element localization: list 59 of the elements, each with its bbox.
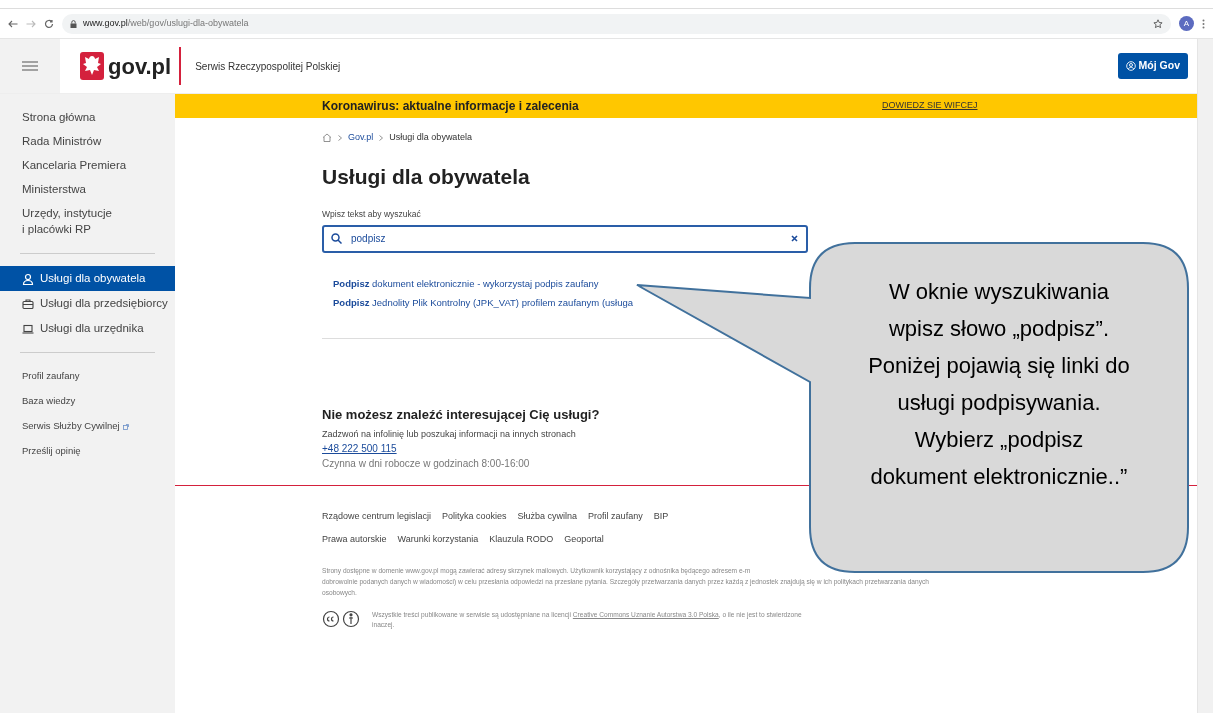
- sidebar-item[interactable]: Ministerstwa: [0, 177, 175, 201]
- laptop-icon: [22, 322, 34, 335]
- search-label: Wpisz tekst aby wyszukać: [322, 208, 421, 221]
- sidebar-item[interactable]: Baza wiedzy: [0, 389, 175, 414]
- external-link-icon: [122, 423, 129, 430]
- reload-icon[interactable]: [44, 18, 54, 29]
- footer-link[interactable]: Prawa autorskie: [322, 532, 387, 547]
- footer-link[interactable]: Rządowe centrum legislacji: [322, 510, 432, 524]
- sidebar-item[interactable]: Usługi dla urzędnika: [0, 316, 175, 341]
- url-text: www.gov.pl/web/gov/uslugi-dla-obywatela: [83, 16, 249, 30]
- avatar[interactable]: A: [1179, 16, 1194, 31]
- banner-text: Koronawirus: aktualne informacje i zalecenia: [322, 98, 580, 115]
- star-icon[interactable]: [1153, 18, 1163, 29]
- logo-text: gov.pl: [108, 52, 172, 81]
- footer-link[interactable]: Geoportal: [564, 532, 604, 547]
- sidebar-item[interactable]: Rada Ministrów: [0, 129, 175, 153]
- sidebar-item[interactable]: Usługi dla przedsiębiorcy: [0, 291, 175, 316]
- search-result-link[interactable]: Podpisz Jednolity Plik Kontrolny (JPK_VAT) profilem zaufanym (usługa: [333, 296, 634, 311]
- sidebar-item[interactable]: Prześlij opinię: [0, 439, 175, 464]
- callout-text: W oknie wyszukiwania wpisz słowo „podpisz”. Poniżej pojawią się linki do usługi podpisywania. Wybierz „podpisz dokument elektronicznie..”: [867, 278, 1131, 491]
- creative-commons-icon: [322, 610, 362, 629]
- breadcrumb-current: Usługi dla obywatela: [389, 131, 472, 144]
- briefcase-icon: [22, 297, 34, 310]
- footer-link[interactable]: Profil zaufany: [588, 510, 643, 524]
- hours-text: Czynna w dni robocze w godzinach 8:00-16:00: [322, 457, 530, 472]
- help-text: Zadzwoń na infolinię lub poszukaj informacji na innych stronach: [322, 427, 576, 441]
- address-bar[interactable]: www.gov.pl/web/gov/uslugi-dla-obywatela: [62, 13, 1171, 34]
- hamburger-icon[interactable]: [22, 61, 38, 71]
- clear-icon[interactable]: [791, 234, 798, 242]
- sidebar-item[interactable]: Strona główna: [0, 105, 175, 129]
- breadcrumb-link[interactable]: Gov.pl: [348, 131, 374, 145]
- footer-link[interactable]: Służba cywilna: [517, 510, 578, 524]
- sidebar-item[interactable]: Profil zaufany: [0, 364, 175, 389]
- sidebar-item[interactable]: Usługi dla obywatela: [0, 266, 175, 291]
- footer-link[interactable]: BIP: [653, 510, 669, 524]
- phone-link[interactable]: +48 222 500 115: [322, 441, 397, 457]
- user-circle-icon: [1125, 61, 1136, 71]
- footer-link[interactable]: Polityka cookies: [442, 510, 507, 524]
- lock-icon: [70, 19, 77, 28]
- back-arrow-icon[interactable]: [8, 19, 18, 28]
- help-heading: Nie możesz znaleźć interesującej Cię usługi?: [322, 406, 600, 425]
- search-icon: [331, 232, 342, 244]
- menu-icon[interactable]: [1202, 18, 1205, 29]
- sidebar-item[interactable]: Kancelaria Premiera: [0, 153, 175, 177]
- sidebar-item[interactable]: Urzędy, instytucje i placówki RP: [0, 201, 175, 241]
- sidebar-item[interactable]: Serwis Służby Cywilnej: [0, 414, 175, 439]
- site-subtitle: Serwis Rzeczypospolitej Polskiej: [195, 59, 341, 74]
- footer-link[interactable]: Warunki korzystania: [397, 532, 479, 547]
- footer-link[interactable]: Klauzula RODO: [489, 532, 554, 547]
- home-icon[interactable]: [322, 133, 332, 143]
- chevron-icon: [379, 134, 384, 141]
- search-field[interactable]: podpisz: [322, 224, 808, 253]
- page-title: Usługi dla obywatela: [322, 163, 531, 190]
- person-icon: [22, 272, 34, 285]
- scrollbar[interactable]: [1197, 39, 1213, 713]
- banner-link[interactable]: DOWIEDZ SIE WIFCEJ: [882, 99, 978, 113]
- account-button[interactable]: Mój Gov: [1117, 53, 1188, 79]
- chevron-icon: [338, 134, 342, 141]
- search-result-link[interactable]: Podpisz dokument elektronicznie - wykorzystaj podpis zaufany: [333, 276, 599, 291]
